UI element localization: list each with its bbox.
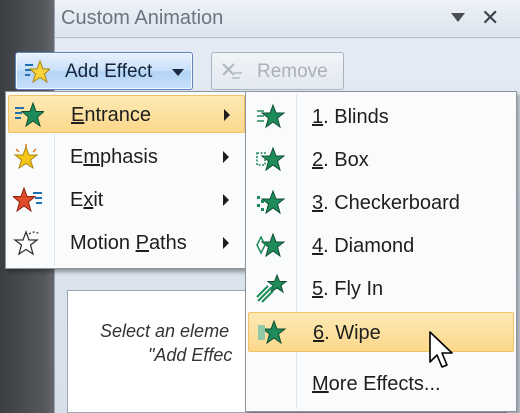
submenu-item-label: 4. Diamond: [312, 235, 415, 257]
submenu-item-label: 1. Blinds: [312, 106, 389, 128]
menu-item-label: Entrance: [71, 104, 152, 126]
menu-item-exit[interactable]: Exit: [8, 181, 245, 219]
pane-title: Custom Animation: [61, 7, 224, 29]
submenu-item-wipe[interactable]: 6. Wipe: [248, 312, 514, 352]
box-effect-icon: [256, 146, 286, 172]
add-effect-label: Add Effect: [65, 61, 153, 82]
add-effect-menu: Entrance Emphasis Exit Motion Paths: [5, 91, 248, 269]
menu-item-label: Motion Paths: [70, 232, 187, 254]
entrance-star-icon: [15, 102, 44, 128]
hint-line-2: "Add Effec: [148, 345, 233, 365]
motion-path-star-icon: [13, 230, 40, 256]
submenu-arrow-icon: [223, 194, 229, 206]
menu-item-emphasis[interactable]: Emphasis: [8, 138, 245, 176]
exit-star-icon: [13, 187, 42, 213]
chevron-down-icon: [172, 69, 184, 76]
more-effects-item[interactable]: More Effects...: [248, 364, 514, 404]
submenu-arrow-icon: [224, 109, 230, 121]
remove-label: Remove: [257, 61, 328, 82]
diamond-effect-icon: [256, 232, 286, 258]
submenu-arrow-icon: [223, 237, 229, 249]
menu-item-entrance[interactable]: Entrance: [8, 95, 245, 133]
close-icon[interactable]: ✕: [481, 5, 499, 31]
fly-in-effect-icon: [256, 274, 287, 303]
emphasis-star-icon: [13, 144, 39, 170]
submenu-item-diamond[interactable]: 4. Diamond: [248, 226, 514, 266]
pane-options-dropdown-icon[interactable]: [451, 13, 465, 22]
mouse-cursor-icon: [429, 331, 453, 368]
menu-item-motion-paths[interactable]: Motion Paths: [8, 224, 245, 262]
add-effect-button[interactable]: Add Effect: [15, 52, 193, 90]
pane-title-bar: Custom Animation ✕: [55, 0, 520, 38]
hint-line-1: Select an eleme: [100, 321, 230, 341]
submenu-item-fly-in[interactable]: 5. Fly In: [248, 269, 514, 309]
submenu-item-label: 6. Wipe: [313, 322, 381, 344]
wipe-effect-icon: [258, 319, 287, 345]
submenu-item-label: 3. Checkerboard: [312, 192, 460, 214]
more-effects-label: More Effects...: [312, 373, 441, 395]
submenu-arrow-icon: [223, 151, 229, 163]
submenu-item-label: 2. Box: [312, 149, 369, 171]
remove-effect-icon: [222, 63, 242, 79]
add-effect-star-icon: [25, 60, 50, 84]
remove-button[interactable]: Remove: [211, 52, 344, 90]
submenu-item-label: 5. Fly In: [312, 278, 384, 300]
checkerboard-effect-icon: [257, 189, 286, 215]
submenu-item-checkerboard[interactable]: 3. Checkerboard: [248, 183, 514, 223]
entrance-submenu: 1. Blinds 2. Box 3. Checkerboard 4. Diam…: [245, 91, 517, 412]
submenu-item-blinds[interactable]: 1. Blinds: [248, 97, 514, 137]
menu-item-label: Exit: [70, 189, 104, 211]
blinds-effect-icon: [257, 103, 286, 129]
menu-item-label: Emphasis: [70, 146, 158, 168]
submenu-item-box[interactable]: 2. Box: [248, 140, 514, 180]
